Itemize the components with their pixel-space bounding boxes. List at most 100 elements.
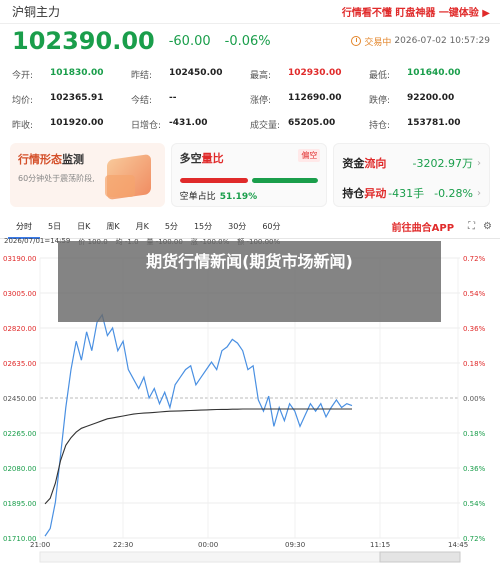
position-change-row[interactable]: 持仓 异动 -431手 -0.28% › [342,178,481,208]
fund-flow-title-a: 资金 [342,157,365,170]
stat-value: 65205.00 [288,118,336,128]
stats-row: 均价: 102365.91 今结: -- 涨停: 112690.00 跌停: 92200.00 [12,87,488,112]
cube-illustration-icon [104,175,135,197]
promo-slogan[interactable]: 行情看不懂 盯盘神器 一键体验 ▶ [342,4,490,19]
stat-label: 成交量: [250,121,281,131]
stat-value: -431.00 [169,118,208,128]
chevron-right-icon: › [477,187,482,199]
y-tick-label: 01895.00 [3,500,36,508]
y-tick-label: 02820.00 [3,325,36,333]
y-tick-label-right: 0.18% [463,430,486,438]
tab-period[interactable]: 5日 [40,215,69,239]
news-overlay-banner[interactable]: 期货行情新闻(期货市场新闻) [58,241,441,322]
stat-cell: 今开: 101830.00 [12,68,131,81]
stat-label: 最高: [250,71,272,81]
chart-tools: ⛶ ⚙ [468,221,492,232]
stat-cell: 昨结: 102450.00 [131,68,250,81]
stat-value: 92200.00 [407,93,455,103]
short-bar [251,178,319,183]
price-change: -60.00 [168,33,211,49]
tab-period[interactable]: 15分 [186,215,220,239]
x-tick-label: 21:00 [30,541,50,549]
x-tick-label: 22:30 [113,541,133,549]
y-tick-label: 02265.00 [3,430,36,438]
stat-cell: 今结: -- [131,93,250,106]
stat-label: 今开: [12,71,34,81]
x-tick-label: 14:45 [448,541,468,549]
bias-badge: 偏空 [298,149,321,162]
price-change-pct: -0.06% [224,33,271,49]
stat-cell: 昨收: 101920.00 [12,118,131,131]
tab-period[interactable]: 60分 [254,215,288,239]
stat-label: 今结: [131,96,153,106]
stat-value: 101640.00 [407,68,461,78]
long-bar [179,178,248,183]
open-app-link[interactable]: 前往曲合APP [392,219,454,234]
chevron-right-icon: › [477,157,482,169]
stat-value: 153781.00 [407,118,461,128]
slogan-part: 盯盘神器 [395,8,436,19]
tab-period[interactable]: 日K [69,215,98,239]
stat-cell: 成交量: 65205.00 [250,118,369,131]
position-title-a: 持仓 [342,187,365,200]
long-short-card[interactable]: 多空量比 偏空 空单占比 51.19% [170,143,328,207]
period-tabs: 分时 5日 日K 周K 月K 5分 15分 30分 60分 前往曲合APP ⛶ ⚙ [0,215,500,239]
stat-value: 101830.00 [50,68,104,78]
y-tick-label-right: 0.36% [463,465,486,473]
stat-cell: 日增仓: -431.00 [131,118,250,131]
position-title-b: 异动 [364,187,387,200]
fund-flow-value: -3202.97万 [412,157,474,170]
stat-cell: 最高: 102930.00 [250,68,369,81]
average-line [44,408,352,505]
tab-period[interactable]: 30分 [220,215,254,239]
stat-label: 日增仓: [131,121,162,131]
stat-label: 涨停: [250,96,272,106]
last-price: 102390.00 [12,27,155,55]
tab-period[interactable]: 月K [128,215,157,239]
fund-flow-title-b: 流向 [364,157,387,170]
y-tick-label-right: 0.36% [463,325,486,333]
trend-card[interactable]: 行情形态监测 60分钟处于震荡阶段, [10,143,165,207]
contract-title: 沪铜主力 [12,5,61,19]
fund-flow-row[interactable]: 资金 流向 -3202.97万 › [342,148,481,178]
stat-label: 昨收: [12,121,34,131]
stat-cell: 最低: 101640.00 [369,68,488,81]
x-tick-label: 09:30 [285,541,305,549]
stat-label: 最低: [369,71,391,81]
y-tick-label-right: 0.00% [463,395,486,403]
x-tick-label: 00:00 [198,541,218,549]
stats-grid: 今开: 101830.00 昨结: 102450.00 最高: 102930.00 最低: 1… [0,58,500,137]
price-bar: 102390.00 -60.00 -0.06% 交易中 2026-07-02 1… [0,24,500,58]
stat-cell: 跌停: 92200.00 [369,93,488,106]
stat-value: -- [169,93,177,103]
tab-period[interactable]: 5分 [157,215,186,239]
trade-status-label: 交易中 [364,37,392,48]
trend-title-b: 监测 [62,153,84,166]
long-short-bar [179,178,319,183]
tab-period[interactable]: 分时 [8,215,40,239]
stat-value: 102365.91 [50,93,104,103]
top-bar: 沪铜主力 行情看不懂 盯盘神器 一键体验 ▶ [0,0,500,24]
y-tick-label-right: 0.18% [463,360,486,368]
quote-time: 2026-07-02 10:57:29 [394,36,490,46]
tab-period[interactable]: 周K [98,215,127,239]
stat-value: 112690.00 [288,93,342,103]
expand-icon[interactable]: ⛶ [468,221,475,232]
y-tick-label-right: 0.54% [463,500,486,508]
analysis-cards: 行情形态监测 60分钟处于震荡阶段, 多空量比 偏空 空单占比 51.19% 资金… [0,137,500,207]
longshort-title-a: 多空 [179,152,202,165]
play-icon: ▶ [482,8,490,19]
settings-icon[interactable]: ⚙ [483,221,492,232]
y-tick-label-right: 0.54% [463,290,486,298]
y-tick-label: 02080.00 [3,465,36,473]
trade-status: 交易中 2026-07-02 10:57:29 [351,35,490,48]
trend-desc: 60分钟处于震荡阶段, [18,174,95,183]
position-change-pct: -0.28% [434,186,474,200]
slogan-part: 行情看不懂 [341,8,392,19]
stat-cell: 涨停: 112690.00 [250,93,369,106]
range-scroller-handle [379,551,461,563]
y-tick-label-right: 0.72% [463,255,486,263]
fund-card[interactable]: 资金 流向 -3202.97万 › 持仓 异动 -431手 -0.28% › [333,143,491,208]
stats-row: 今开: 101830.00 昨结: 102450.00 最高: 102930.00 最低: 1… [12,62,488,87]
x-tick-label: 11:15 [370,541,390,549]
